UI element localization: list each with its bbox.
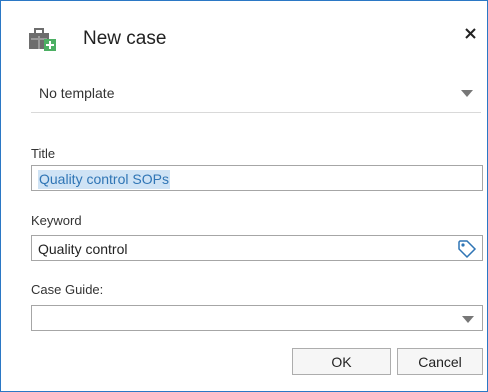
- title-input-value: Quality control SOPs: [38, 170, 170, 189]
- dialog-header: New case: [1, 1, 487, 73]
- chevron-down-icon: [461, 90, 473, 97]
- case-guide-select[interactable]: [31, 305, 483, 331]
- new-case-dialog: New case No template Title Quality contr…: [0, 0, 488, 392]
- case-guide-label: Case Guide:: [31, 282, 104, 297]
- cancel-button[interactable]: Cancel: [397, 348, 483, 375]
- keyword-input[interactable]: Quality control: [31, 235, 483, 261]
- keyword-label: Keyword: [31, 213, 82, 228]
- template-dropdown[interactable]: No template: [31, 74, 481, 113]
- title-input[interactable]: Quality control SOPs: [31, 165, 483, 191]
- tag-icon[interactable]: [457, 239, 477, 259]
- case-folder-icon: [28, 26, 58, 52]
- dialog-title: New case: [83, 28, 167, 49]
- close-icon[interactable]: [463, 25, 479, 43]
- title-label: Title: [31, 146, 56, 161]
- template-selected-value: No template: [39, 85, 115, 101]
- keyword-input-value: Quality control: [38, 241, 128, 257]
- ok-button[interactable]: OK: [292, 348, 391, 375]
- chevron-down-icon: [462, 316, 474, 323]
- title-selected-text: Quality control SOPs: [38, 170, 170, 189]
